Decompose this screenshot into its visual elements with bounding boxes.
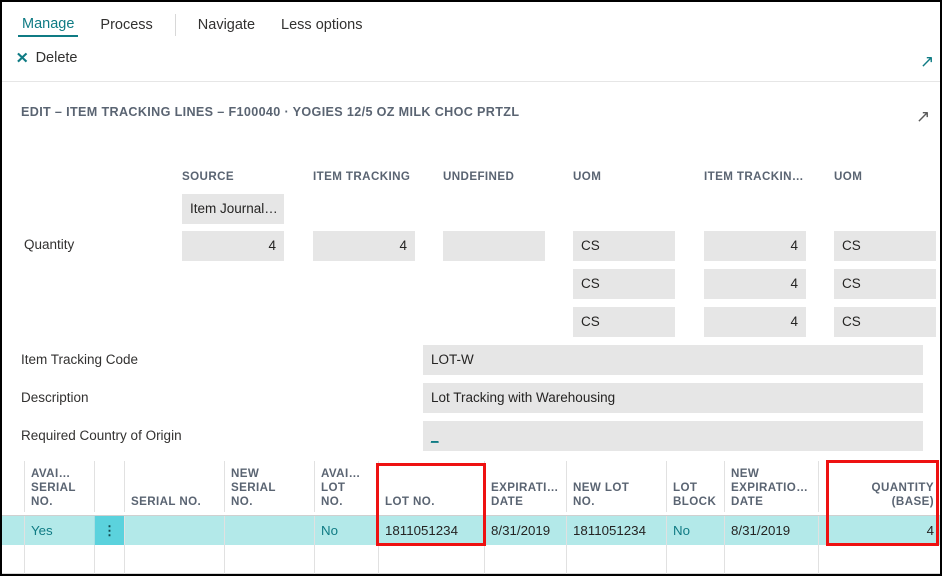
delete-button-label: Delete (36, 50, 78, 66)
cell-new-expiration-date[interactable] (724, 545, 818, 574)
item-tracking-lines-window: Manage Process Navigate Less options ✕ D… (0, 0, 942, 576)
table-header-row: AVAI… SERIAL NO. SERIAL NO. NEW SERIAL N… (2, 461, 940, 516)
cell-serial-no[interactable] (124, 545, 224, 574)
table-header-avail-lot-no[interactable]: AVAI… LOT NO. (314, 461, 378, 512)
ribbon-toolbar: Manage Process Navigate Less options ✕ D… (2, 2, 940, 82)
column-header-item-tracking-2: ITEM TRACKIN… (704, 170, 804, 183)
extra-uom-1-field-row1[interactable]: CS (573, 269, 675, 299)
cell-menu[interactable] (94, 545, 124, 574)
expand-ribbon-icon[interactable]: ↗ (920, 52, 940, 72)
description-field[interactable]: Lot Tracking with Warehousing (423, 383, 923, 413)
extra-item-tracking-field-row1[interactable]: 4 (704, 269, 806, 299)
description-label: Description (21, 383, 89, 413)
column-header-uom-2: UOM (834, 170, 862, 183)
ribbon-tab-process[interactable]: Process (96, 14, 156, 36)
required-country-of-origin-row: Required Country of Origin _ (2, 421, 940, 451)
table-header-quantity-base[interactable]: QUANTITY (BASE) (818, 461, 940, 512)
quantity-item-tracking-field[interactable]: 4 (313, 231, 415, 261)
table-header-avail-serial-no[interactable]: AVAI… SERIAL NO. (24, 461, 94, 512)
quantity-uom-2-field[interactable]: CS (834, 231, 936, 261)
cell-expiration-date[interactable] (484, 545, 566, 574)
cell-quantity-base[interactable] (818, 545, 940, 574)
item-tracking-code-field[interactable]: LOT-W (423, 345, 923, 375)
item-tracking-code-label: Item Tracking Code (21, 345, 138, 375)
cell-expiration-date[interactable]: 8/31/2019 (484, 516, 566, 545)
delete-button[interactable]: ✕ Delete (16, 50, 78, 66)
quantity-source-field[interactable]: 4 (182, 231, 284, 261)
extra-item-tracking-field-row2[interactable]: 4 (704, 307, 806, 337)
ribbon-action-list: ✕ Delete (16, 50, 78, 66)
ribbon-separator (175, 14, 176, 36)
cell-lot-block[interactable] (666, 545, 724, 574)
cell-avail-serial-no[interactable]: Yes (24, 516, 94, 545)
expand-window-icon[interactable]: ↗ (916, 107, 936, 127)
column-header-undefined: UNDEFINED (443, 170, 514, 183)
source-type-field[interactable]: Item Journal… (182, 194, 284, 224)
ribbon-tab-less-options[interactable]: Less options (277, 14, 366, 36)
column-header-uom-1: UOM (573, 170, 601, 183)
ribbon-tab-list: Manage Process Navigate Less options (2, 8, 384, 42)
cell-rowmark (2, 545, 24, 574)
table-header-serial-no[interactable]: SERIAL NO. (124, 461, 224, 512)
cell-new-serial-no[interactable] (224, 516, 314, 545)
column-header-item-tracking: ITEM TRACKING (313, 170, 410, 183)
item-tracking-lines-table: AVAI… SERIAL NO. SERIAL NO. NEW SERIAL N… (2, 461, 940, 574)
quantity-row-label: Quantity (24, 237, 74, 252)
cell-new-expiration-date[interactable]: 8/31/2019 (724, 516, 818, 545)
cell-avail-lot-no[interactable]: No (314, 516, 378, 545)
table-header-expiration-date[interactable]: EXPIRATI… DATE (484, 461, 566, 512)
quantity-item-tracking-2-field[interactable]: 4 (704, 231, 806, 261)
table-row[interactable] (2, 545, 940, 574)
extra-uom-1-field-row2[interactable]: CS (573, 307, 675, 337)
cell-lot-no[interactable]: 1811051234 (378, 516, 484, 545)
ribbon-tab-navigate[interactable]: Navigate (194, 14, 259, 36)
table-header-menu (94, 461, 124, 512)
table-header-new-serial-no[interactable]: NEW SERIAL NO. (224, 461, 314, 512)
cell-new-lot-no[interactable] (566, 545, 666, 574)
row-menu-button[interactable]: ⋮ (94, 516, 124, 545)
ribbon-tab-manage[interactable]: Manage (18, 13, 78, 37)
table-header-new-lot-no[interactable]: NEW LOT NO. (566, 461, 666, 512)
table-bottom-divider (2, 574, 940, 575)
column-header-source: SOURCE (182, 170, 234, 183)
required-country-of-origin-label: Required Country of Origin (21, 421, 182, 451)
table-header-rowmark (2, 461, 24, 512)
required-country-of-origin-field[interactable]: _ (423, 421, 923, 451)
extra-uom-2-field-row1[interactable]: CS (834, 269, 936, 299)
description-row: Description Lot Tracking with Warehousin… (2, 383, 940, 413)
cell-serial-no[interactable] (124, 516, 224, 545)
cell-avail-serial-no[interactable] (24, 545, 94, 574)
item-tracking-code-row: Item Tracking Code LOT-W (2, 345, 940, 375)
table-header-lot-no[interactable]: LOT NO. (378, 461, 484, 512)
extra-uom-2-field-row2[interactable]: CS (834, 307, 936, 337)
cell-rowmark (2, 516, 24, 545)
cell-new-lot-no[interactable]: 1811051234 (566, 516, 666, 545)
cell-new-serial-no[interactable] (224, 545, 314, 574)
table-header-lot-block[interactable]: LOT BLOCK (666, 461, 724, 512)
more-vertical-icon: ⋮ (95, 516, 124, 545)
table-row[interactable]: Yes ⋮ No 1811051234 8/31/2019 1811051234… (2, 516, 940, 545)
close-x-icon: ✕ (16, 51, 29, 66)
page-title: EDIT – ITEM TRACKING LINES – F100040 · Y… (21, 105, 519, 119)
cell-avail-lot-no[interactable] (314, 545, 378, 574)
quantity-undefined-field[interactable] (443, 231, 545, 261)
cell-lot-block[interactable]: No (666, 516, 724, 545)
quantity-uom-1-field[interactable]: CS (573, 231, 675, 261)
table-header-new-expiration-date[interactable]: NEW EXPIRATIO… DATE (724, 461, 818, 512)
cell-lot-no[interactable] (378, 545, 484, 574)
cell-quantity-base[interactable]: 4 (818, 516, 940, 545)
